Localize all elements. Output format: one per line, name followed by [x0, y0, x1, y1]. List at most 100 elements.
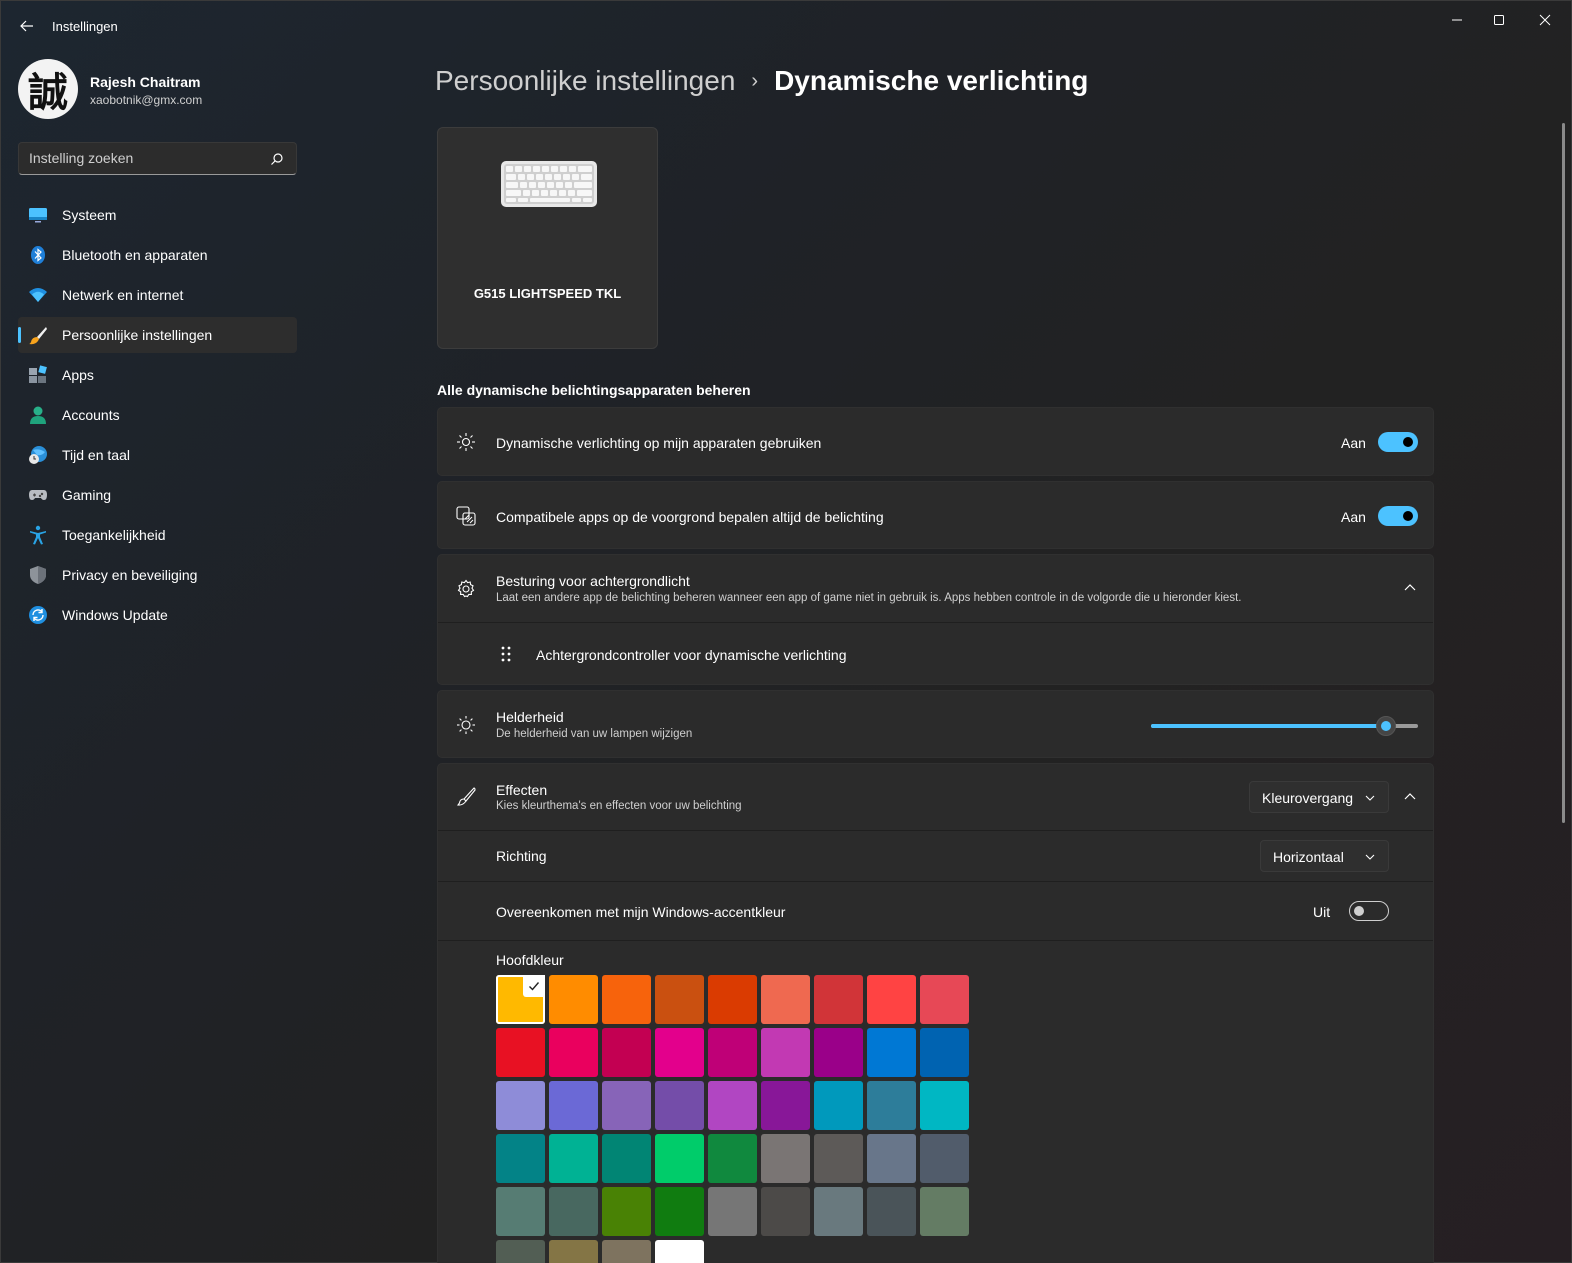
- color-swatch[interactable]: [655, 1081, 704, 1130]
- accessibility-icon: [30, 525, 46, 545]
- sidebar-item-label: Accounts: [62, 407, 120, 423]
- color-swatch[interactable]: [814, 1028, 863, 1077]
- scrollbar[interactable]: [1562, 123, 1565, 823]
- color-swatch[interactable]: [920, 1187, 969, 1236]
- drag-handle-icon[interactable]: [500, 645, 512, 663]
- color-swatch[interactable]: [920, 1081, 969, 1130]
- color-swatch[interactable]: [761, 1028, 810, 1077]
- sidebar-item-systeem[interactable]: Systeem: [18, 197, 297, 233]
- color-swatch[interactable]: [655, 1028, 704, 1077]
- sidebar-item-label: Tijd en taal: [62, 447, 130, 463]
- sidebar-item-netwerk[interactable]: Netwerk en internet: [18, 277, 297, 313]
- color-swatch[interactable]: [655, 1134, 704, 1183]
- sidebar-item-tijd-en-taal[interactable]: Tijd en taal: [18, 437, 297, 473]
- sidebar-item-windows-update[interactable]: Windows Update: [18, 597, 297, 633]
- color-swatch[interactable]: [549, 975, 598, 1024]
- sidebar-item-label: Privacy en beveiliging: [62, 567, 198, 583]
- setting-background-control: Besturing voor achtergrondlicht Laat een…: [437, 554, 1434, 685]
- color-swatch[interactable]: [602, 1187, 651, 1236]
- sidebar-item-label: Gaming: [62, 487, 112, 503]
- color-swatch[interactable]: [496, 1134, 545, 1183]
- color-swatch[interactable]: [602, 1134, 651, 1183]
- color-swatch[interactable]: [761, 975, 810, 1024]
- accent-match-toggle[interactable]: [1349, 901, 1389, 921]
- search-box[interactable]: [18, 142, 297, 175]
- minimize-button[interactable]: [1437, 9, 1477, 31]
- foreground-apps-toggle[interactable]: [1378, 506, 1418, 526]
- color-swatch[interactable]: [549, 1081, 598, 1130]
- color-swatch[interactable]: [867, 1028, 916, 1077]
- color-swatch[interactable]: [708, 1134, 757, 1183]
- color-swatch[interactable]: [496, 975, 545, 1024]
- color-swatch[interactable]: [549, 1187, 598, 1236]
- color-swatch[interactable]: [708, 975, 757, 1024]
- color-swatch[interactable]: [867, 1187, 916, 1236]
- globe-clock-icon: [29, 446, 47, 464]
- profile-name: Rajesh Chaitram: [90, 74, 201, 90]
- color-swatch[interactable]: [867, 1134, 916, 1183]
- color-swatch[interactable]: [814, 1187, 863, 1236]
- back-button[interactable]: [15, 15, 39, 37]
- setting-effects: Effecten Kies kleurthema's en effecten v…: [437, 763, 1434, 1263]
- sidebar-item-toegankelijkheid[interactable]: Toegankelijkheid: [18, 517, 297, 553]
- sidebar-item-apps[interactable]: Apps: [18, 357, 297, 393]
- color-swatch[interactable]: [549, 1240, 598, 1263]
- color-swatch[interactable]: [655, 1187, 704, 1236]
- color-swatch[interactable]: [708, 1028, 757, 1077]
- chevron-up-icon[interactable]: [1402, 580, 1418, 596]
- color-swatch[interactable]: [814, 975, 863, 1024]
- color-swatch[interactable]: [920, 1134, 969, 1183]
- color-swatch[interactable]: [920, 1028, 969, 1077]
- color-swatch[interactable]: [496, 1240, 545, 1263]
- color-swatch[interactable]: [496, 1028, 545, 1077]
- color-swatch[interactable]: [496, 1081, 545, 1130]
- color-swatch[interactable]: [549, 1028, 598, 1077]
- use-dynamic-lighting-toggle[interactable]: [1378, 432, 1418, 452]
- sidebar-item-label: Systeem: [62, 207, 117, 223]
- color-swatch[interactable]: [920, 975, 969, 1024]
- search-input[interactable]: [29, 150, 269, 166]
- sidebar-item-label: Toegankelijkheid: [62, 527, 166, 543]
- setting-title: Effecten: [496, 782, 548, 798]
- breadcrumb: Persoonlijke instellingen › Dynamische v…: [435, 61, 1088, 101]
- slider-thumb[interactable]: [1375, 716, 1396, 736]
- avatar[interactable]: 誠: [18, 59, 78, 119]
- toggle-knob: [1354, 906, 1364, 916]
- sidebar-item-gaming[interactable]: Gaming: [18, 477, 297, 513]
- color-swatch[interactable]: [496, 1187, 545, 1236]
- device-card[interactable]: G515 LIGHTSPEED TKL: [437, 127, 658, 349]
- color-swatch[interactable]: [814, 1134, 863, 1183]
- color-swatch[interactable]: [814, 1081, 863, 1130]
- color-swatch[interactable]: [602, 975, 651, 1024]
- sidebar-item-bluetooth[interactable]: Bluetooth en apparaten: [18, 237, 297, 273]
- sidebar-item-privacy[interactable]: Privacy en beveiliging: [18, 557, 297, 593]
- color-swatch[interactable]: [655, 975, 704, 1024]
- color-swatch[interactable]: [867, 975, 916, 1024]
- effects-dropdown[interactable]: Kleurovergang: [1249, 781, 1389, 813]
- sidebar-item-accounts[interactable]: Accounts: [18, 397, 297, 433]
- color-swatch[interactable]: [602, 1240, 651, 1263]
- background-controller-item[interactable]: Achtergrondcontroller voor dynamische ve…: [438, 623, 1433, 685]
- monitor-icon: [29, 208, 47, 223]
- setting-subtitle: De helderheid van uw lampen wijzigen: [496, 728, 693, 740]
- close-button[interactable]: [1525, 9, 1565, 31]
- color-swatch[interactable]: [549, 1134, 598, 1183]
- color-swatch[interactable]: [655, 1240, 704, 1263]
- color-swatch[interactable]: [602, 1028, 651, 1077]
- color-swatch[interactable]: [761, 1134, 810, 1183]
- color-swatch[interactable]: [761, 1081, 810, 1130]
- toggle-state-label: Aan: [1341, 509, 1366, 525]
- color-swatch[interactable]: [708, 1081, 757, 1130]
- color-swatch[interactable]: [867, 1081, 916, 1130]
- background-control-header[interactable]: Besturing voor achtergrondlicht Laat een…: [438, 555, 1433, 622]
- maximize-button[interactable]: [1479, 9, 1519, 31]
- direction-dropdown[interactable]: Horizontaal: [1260, 840, 1389, 872]
- color-swatch[interactable]: [761, 1187, 810, 1236]
- brightness-slider[interactable]: [1151, 716, 1418, 736]
- brightness-icon: [457, 716, 475, 734]
- color-swatch[interactable]: [708, 1187, 757, 1236]
- chevron-up-icon[interactable]: [1402, 789, 1418, 805]
- breadcrumb-parent[interactable]: Persoonlijke instellingen: [435, 65, 735, 97]
- color-swatch[interactable]: [602, 1081, 651, 1130]
- sidebar-item-persoonlijke-instellingen[interactable]: Persoonlijke instellingen: [18, 317, 297, 353]
